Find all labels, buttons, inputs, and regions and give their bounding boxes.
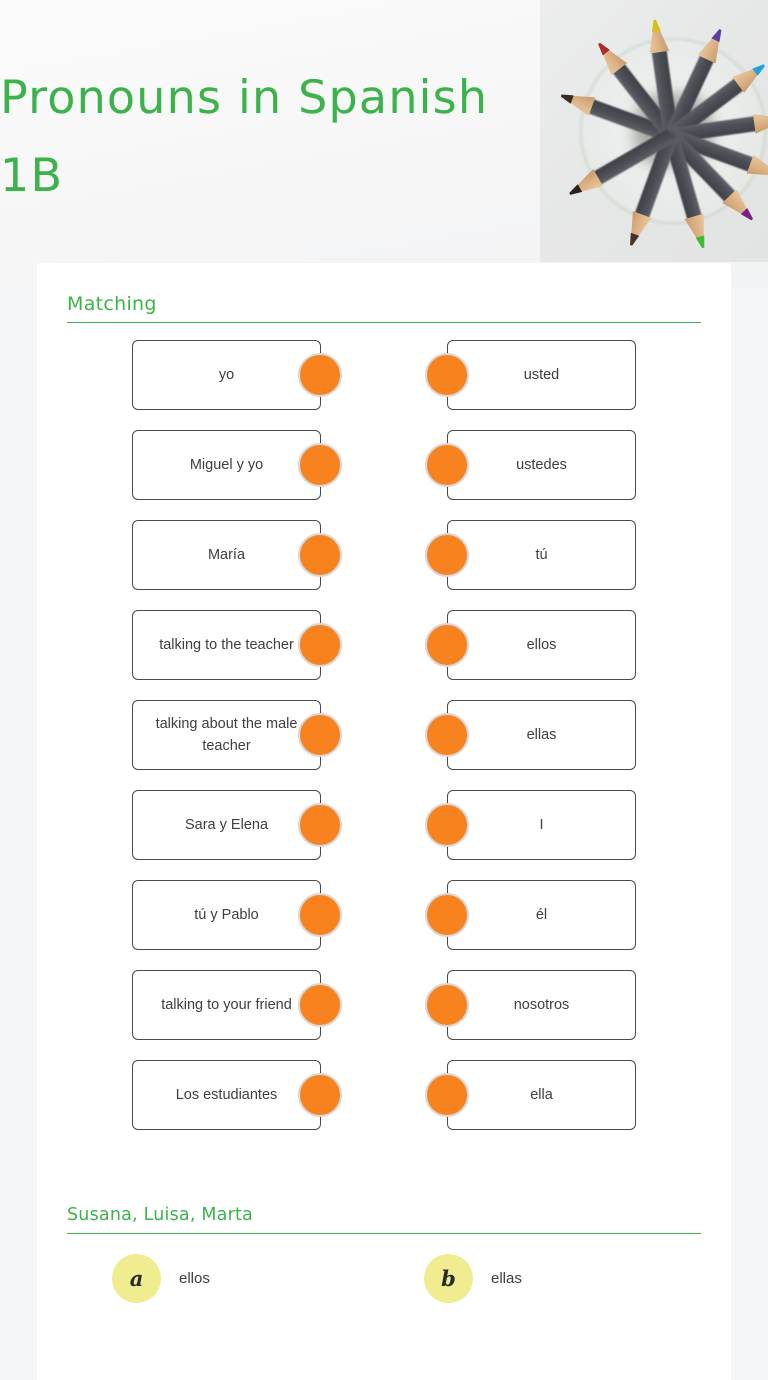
match-connector-dot-right[interactable] [425,443,469,487]
match-connector-dot-right[interactable] [425,1073,469,1117]
matching-row: Sara y Elena I [132,785,636,875]
matching-card-left[interactable]: talking about the male teacher [132,700,321,770]
answer-option-list: a ellos b ellas [67,1254,701,1324]
worksheet-page: Pronouns in Spanish 1B Matching yo usted M… [0,0,768,1380]
pencil-tip [696,235,708,249]
matching-row: tú y Pablo él [132,875,636,965]
matching-card-left[interactable]: tú y Pablo [132,880,321,950]
matching-card-left[interactable]: talking to your friend [132,970,321,1040]
matching-row: Miguel y yo ustedes [132,425,636,515]
match-connector-dot-right[interactable] [425,533,469,577]
match-connector-dot-right[interactable] [425,893,469,937]
matching-card-right[interactable]: usted [447,340,636,410]
matching-card-left[interactable]: Los estudiantes [132,1060,321,1130]
matching-section-title: Matching [67,293,157,315]
matching-card-right[interactable]: él [447,880,636,950]
matching-row: Los estudiantes ella [132,1055,636,1145]
match-connector-dot-left[interactable] [298,623,342,667]
content-panel: Matching yo usted Miguel y yo ustedes María t… [37,263,731,1380]
match-connector-dot-right[interactable] [425,983,469,1027]
matching-card-right[interactable]: I [447,790,636,860]
matching-card-right[interactable]: tú [447,520,636,590]
page-header: Pronouns in Spanish 1B [0,0,768,288]
matching-card-right[interactable]: ella [447,1060,636,1130]
pencil-tip [650,19,661,32]
matching-row: talking to the teacher ellos [132,605,636,695]
question-prompt: Susana, Luisa, Marta [67,1205,253,1225]
match-connector-dot-left[interactable] [298,1073,342,1117]
matching-card-left[interactable]: Sara y Elena [132,790,321,860]
matching-section-divider [67,322,701,323]
match-connector-dot-right[interactable] [425,353,469,397]
match-connector-dot-left[interactable] [298,713,342,757]
matching-card-left[interactable]: María [132,520,321,590]
question-section: Susana, Luisa, Marta a ellos b ellas [67,1203,701,1324]
answer-option-label: ellos [179,1269,210,1287]
matching-list: yo usted Miguel y yo ustedes María tú talking … [132,335,636,1145]
match-connector-dot-left[interactable] [298,353,342,397]
page-title: Pronouns in Spanish 1B [0,70,504,202]
matching-card-right[interactable]: ustedes [447,430,636,500]
match-connector-dot-right[interactable] [425,623,469,667]
matching-row: talking about the male teacher ellas [132,695,636,785]
matching-row: yo usted [132,335,636,425]
question-section-divider [67,1233,701,1234]
matching-card-right[interactable]: ellos [447,610,636,680]
matching-card-left[interactable]: Miguel y yo [132,430,321,500]
matching-card-left[interactable]: talking to the teacher [132,610,321,680]
match-connector-dot-left[interactable] [298,443,342,487]
match-connector-dot-left[interactable] [298,533,342,577]
match-connector-dot-left[interactable] [298,893,342,937]
header-photo-pencils [540,0,768,262]
matching-card-right[interactable]: ellas [447,700,636,770]
match-connector-dot-left[interactable] [298,983,342,1027]
matching-row: María tú [132,515,636,605]
answer-option-letter-badge: b [424,1254,473,1303]
matching-card-left[interactable]: yo [132,340,321,410]
matching-row: talking to your friend nosotros [132,965,636,1055]
matching-section: Matching [67,291,701,323]
match-connector-dot-right[interactable] [425,713,469,757]
match-connector-dot-left[interactable] [298,803,342,847]
answer-option-letter-badge: a [112,1254,161,1303]
answer-option[interactable]: a ellos [112,1254,210,1303]
matching-card-right[interactable]: nosotros [447,970,636,1040]
answer-option[interactable]: b ellas [424,1254,522,1303]
match-connector-dot-right[interactable] [425,803,469,847]
answer-option-label: ellas [491,1269,522,1287]
